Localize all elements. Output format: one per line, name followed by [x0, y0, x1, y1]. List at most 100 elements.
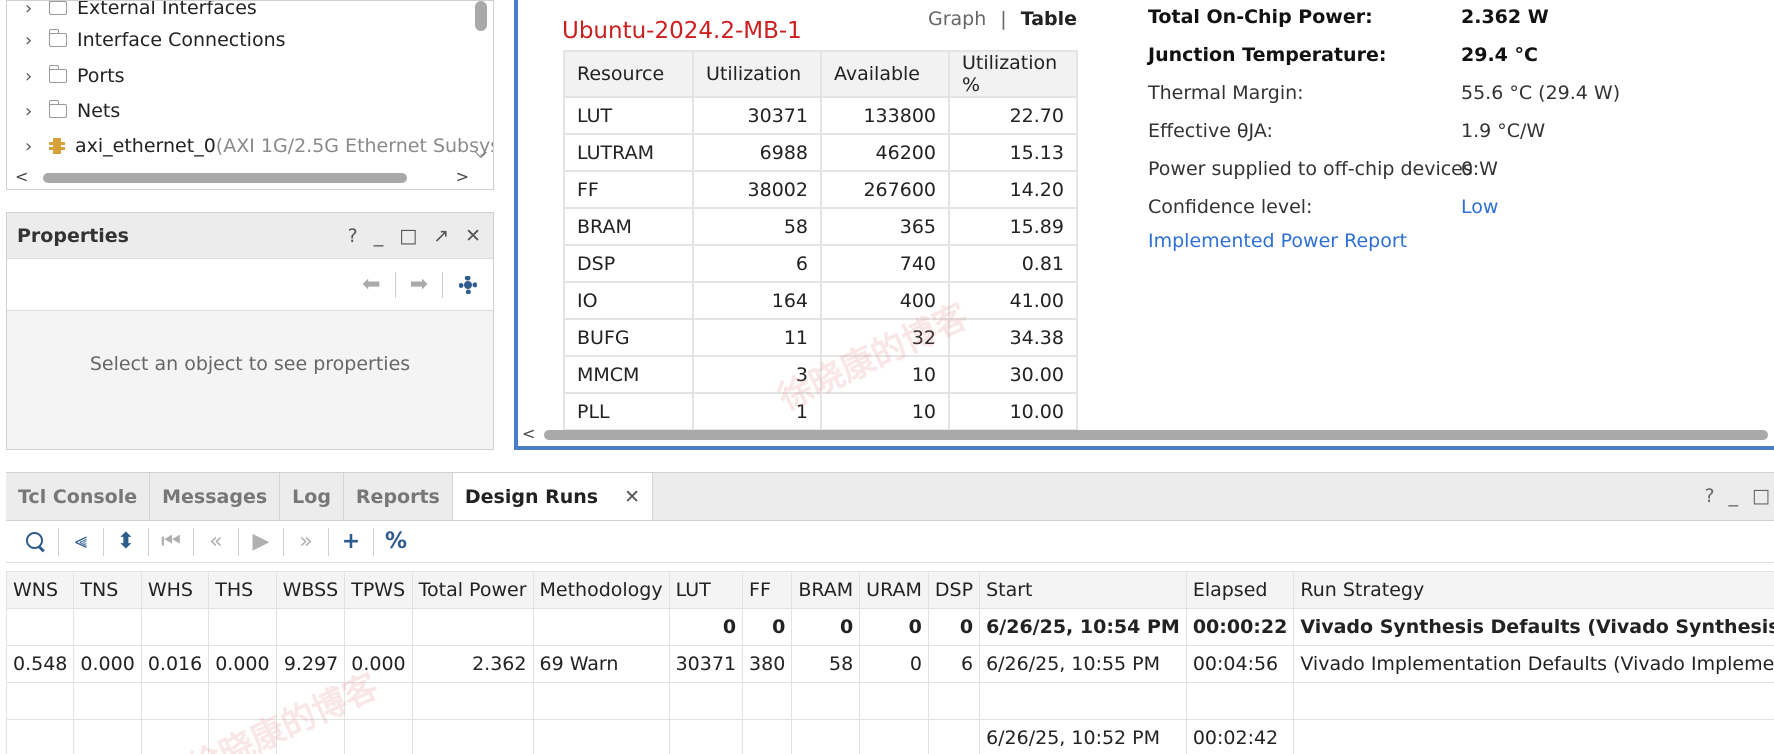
close-icon[interactable]: ✕: [465, 225, 481, 247]
back-arrow-icon[interactable]: ⬅: [362, 272, 380, 297]
horizontal-scrollbar[interactable]: < >: [15, 167, 469, 186]
tree-item-nets[interactable]: › Nets: [25, 94, 120, 128]
table-row[interactable]: 0 0 0 0 0 6/26/25, 10:54 PM 00:00:22 Viv…: [5, 608, 1774, 646]
utilization-pct-cell: 15.13: [948, 133, 1078, 172]
column-header-uram[interactable]: URAM: [859, 571, 929, 609]
column-header-utilization-pct[interactable]: Utilization %: [948, 50, 1078, 98]
column-header-run-strategy[interactable]: Run Strategy: [1293, 571, 1774, 609]
column-header-wns[interactable]: WNS: [5, 571, 75, 609]
next-icon[interactable]: »: [288, 529, 324, 554]
column-header-wbss[interactable]: WBSS: [275, 571, 346, 609]
column-header-start[interactable]: Start: [979, 571, 1187, 609]
table-row: MMCM 3 10 30.00: [563, 355, 1078, 394]
column-header-lut[interactable]: LUT: [668, 571, 744, 609]
run-icon[interactable]: ▶: [243, 529, 279, 554]
horizontal-scrollbar[interactable]: <: [522, 424, 1774, 446]
table-view-link[interactable]: Table: [1021, 8, 1077, 30]
toolbar-separator: [373, 527, 374, 556]
minimize-icon[interactable]: _: [1729, 485, 1739, 507]
column-header-total-power[interactable]: Total Power: [411, 571, 534, 609]
ff-cell: 380: [742, 645, 793, 683]
float-icon[interactable]: ↗: [433, 225, 449, 247]
column-header-tpws[interactable]: TPWS: [344, 571, 413, 609]
scroll-left-icon[interactable]: <: [15, 167, 28, 186]
table-row[interactable]: [5, 682, 1774, 720]
wbss-cell: [275, 719, 346, 754]
chevron-right-icon[interactable]: ›: [25, 1, 43, 19]
toolbar-separator: [103, 527, 104, 556]
horizontal-scrollbar-thumb[interactable]: [544, 430, 1768, 440]
toolbar-separator: [283, 527, 284, 556]
graph-view-link[interactable]: Graph: [928, 8, 986, 30]
first-icon[interactable]: ⏮: [153, 529, 189, 554]
table-row: LUT 30371 133800 22.70: [563, 96, 1078, 135]
column-header-dsp[interactable]: DSP: [927, 571, 981, 609]
column-header-resource[interactable]: Resource: [563, 50, 694, 98]
chevron-right-icon[interactable]: ›: [25, 30, 43, 51]
column-header-ths[interactable]: THS: [208, 571, 277, 609]
tab-design-runs[interactable]: Design Runs ✕: [452, 473, 653, 520]
percent-icon[interactable]: %: [378, 529, 414, 554]
toolbar-separator: [238, 527, 239, 556]
scroll-right-icon[interactable]: >: [456, 167, 469, 186]
collapse-all-icon[interactable]: ⫷: [63, 529, 99, 554]
tab-messages[interactable]: Messages: [150, 473, 281, 520]
uram-cell: [859, 682, 929, 720]
chevron-right-icon[interactable]: ›: [25, 136, 43, 157]
search-button[interactable]: [18, 531, 54, 552]
table-row[interactable]: 6/26/25, 10:52 PM 00:02:42: [5, 719, 1774, 754]
chevron-right-icon[interactable]: ›: [25, 101, 43, 122]
theta-ja-value: 1.9 °C/W: [1461, 120, 1546, 142]
table-row: FF 38002 267600 14.20: [563, 170, 1078, 209]
gear-icon[interactable]: [457, 274, 479, 296]
scroll-left-icon[interactable]: <: [522, 424, 535, 443]
tree-item-axi-ethernet[interactable]: › axi_ethernet_0 (AXI 1G/2.5G Ethernet S…: [25, 129, 493, 163]
tns-cell: 0.000: [73, 645, 142, 683]
column-header-bram[interactable]: BRAM: [791, 571, 861, 609]
implemented-power-report-link[interactable]: Implemented Power Report: [1148, 230, 1407, 252]
confidence-link[interactable]: Low: [1461, 196, 1498, 218]
help-icon[interactable]: ?: [1704, 485, 1714, 507]
table-row: BRAM 58 365 15.89: [563, 207, 1078, 246]
tab-label: Design Runs: [464, 485, 599, 508]
column-header-elapsed[interactable]: Elapsed: [1185, 571, 1295, 609]
column-header-ff[interactable]: FF: [742, 571, 793, 609]
total-power-cell: [411, 719, 534, 754]
junction-temp-value: 29.4 °C: [1461, 44, 1538, 66]
column-header-available[interactable]: Available: [820, 50, 950, 98]
forward-arrow-icon[interactable]: ➡: [410, 272, 428, 297]
total-power-cell: [411, 608, 534, 646]
previous-icon[interactable]: «: [198, 529, 234, 554]
column-header-utilization[interactable]: Utilization: [692, 50, 822, 98]
column-header-methodology[interactable]: Methodology: [532, 571, 670, 609]
table-row[interactable]: 0.548 0.000 0.016 0.000 9.297 0.000 2.36…: [5, 645, 1774, 683]
help-icon[interactable]: ?: [348, 225, 358, 247]
ths-cell: [208, 682, 277, 720]
dsp-cell: 6: [927, 645, 981, 683]
tab-log[interactable]: Log: [280, 473, 344, 520]
utilization-cell: 11: [692, 318, 822, 357]
view-toggle: Graph | Table: [928, 8, 1077, 30]
tab-reports[interactable]: Reports: [344, 473, 453, 520]
column-header-whs[interactable]: WHS: [140, 571, 210, 609]
tree-item-interface-connections[interactable]: › Interface Connections: [25, 23, 286, 57]
toolbar-separator: [328, 527, 329, 556]
total-power-label: Total On-Chip Power:: [1148, 6, 1373, 28]
console-tab-bar: Tcl Console Messages Log Reports Design …: [6, 473, 1774, 521]
scroll-down-icon[interactable]: ⌵: [475, 143, 487, 163]
column-header-tns[interactable]: TNS: [73, 571, 142, 609]
maximize-icon[interactable]: □: [399, 225, 417, 247]
close-tab-icon[interactable]: ✕: [624, 486, 640, 508]
add-icon[interactable]: +: [333, 529, 369, 554]
minimize-icon[interactable]: _: [374, 225, 384, 247]
horizontal-scrollbar-thumb[interactable]: [43, 173, 407, 183]
expand-all-icon[interactable]: ⬍: [108, 529, 144, 554]
vertical-scrollbar-thumb[interactable]: [475, 1, 487, 31]
tree-item-external-interfaces[interactable]: › External Interfaces: [25, 1, 257, 25]
tree-item-ports[interactable]: › Ports: [25, 59, 125, 93]
maximize-icon[interactable]: □: [1752, 485, 1770, 507]
tns-cell: [73, 608, 142, 646]
resource-cell: DSP: [563, 244, 694, 283]
chevron-right-icon[interactable]: ›: [25, 66, 43, 87]
tab-tcl-console[interactable]: Tcl Console: [6, 473, 151, 520]
